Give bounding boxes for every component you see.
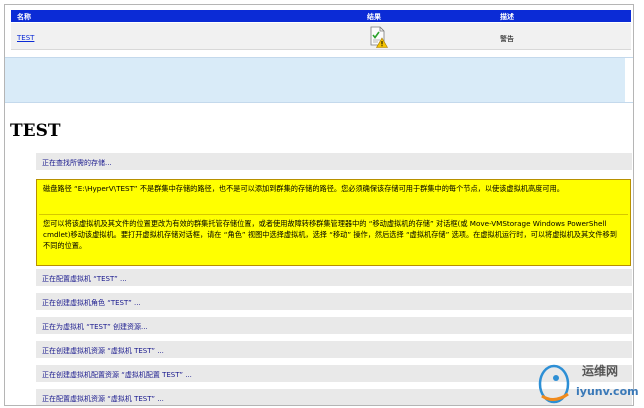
column-header-name: 名称 xyxy=(17,13,31,21)
step-item: 正在查找所需的存储... xyxy=(36,153,632,170)
warning-detail-text: 您可以将该虚拟机及其文件的位置更改为有效的群集托管存储位置，或者使用故障转移群集… xyxy=(43,219,617,250)
step-item: 正在为虚拟机 “TEST” 创建资源... xyxy=(36,317,632,334)
step-text: 正在创建虚拟机配置资源 “虚拟机配置 TEST” ... xyxy=(42,371,192,379)
step-item: 正在创建虚拟机资源 “虚拟机 TEST” ... xyxy=(36,341,632,358)
warning-divider xyxy=(39,214,628,215)
step-text: 正在为虚拟机 “TEST” 创建资源... xyxy=(42,323,148,331)
separator-band xyxy=(5,57,633,103)
table-row: TEST 警告 xyxy=(11,23,631,50)
result-description: 警告 xyxy=(500,35,514,43)
step-item: 正在创建虚拟机角色 “TEST” ... xyxy=(36,293,632,310)
step-item: 正在配置虚拟机 “TEST” ... xyxy=(36,269,632,286)
warning-box: 磁盘路径 “E:\HyperV\TEST” 不是群集中存储的路径，也不是可以添加… xyxy=(36,179,631,266)
column-header-description: 描述 xyxy=(500,13,514,21)
report-window: 名称 结果 描述 TEST 警告 TEST 正在查找所需的存储... 磁盘路径 … xyxy=(4,4,634,406)
warning-text: 磁盘路径 “E:\HyperV\TEST” 不是群集中存储的路径，也不是可以添加… xyxy=(43,184,564,193)
band-edge xyxy=(625,58,633,102)
watermark-url: iyunv.com xyxy=(576,385,639,398)
step-text: 正在配置虚拟机资源 “虚拟机 TEST” ... xyxy=(42,395,164,403)
warning-doc-icon xyxy=(370,26,388,48)
watermark-brand: 运维网 xyxy=(582,364,619,378)
column-header-result: 结果 xyxy=(367,13,381,21)
section-title: TEST xyxy=(10,121,61,141)
results-table-header: 名称 结果 描述 xyxy=(11,10,631,22)
step-text: 正在创建虚拟机角色 “TEST” ... xyxy=(42,299,141,307)
step-text: 正在配置虚拟机 “TEST” ... xyxy=(42,275,127,283)
step-text: 正在查找所需的存储... xyxy=(42,159,112,167)
result-name-link[interactable]: TEST xyxy=(17,34,34,42)
step-text: 正在创建虚拟机资源 “虚拟机 TEST” ... xyxy=(42,347,164,355)
